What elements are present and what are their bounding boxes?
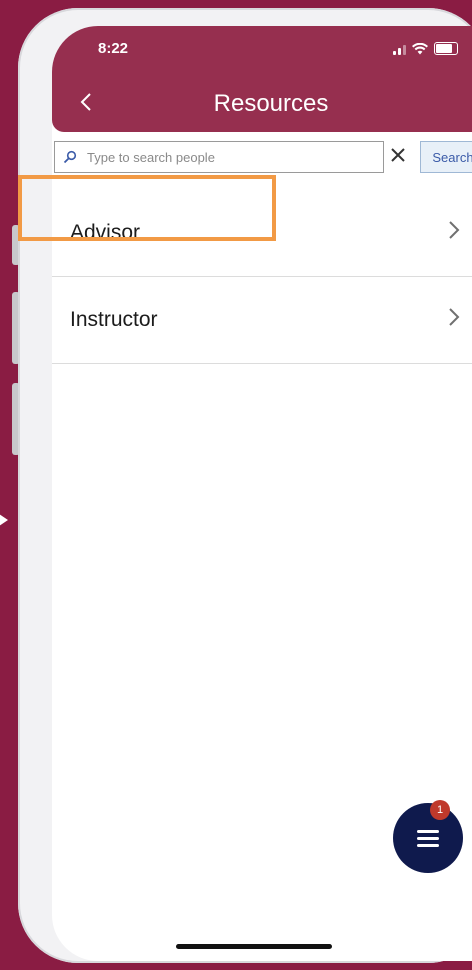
- signal-icon: [393, 43, 406, 55]
- status-icons: [393, 42, 458, 55]
- search-field[interactable]: [54, 141, 384, 173]
- page-title: Resources: [213, 90, 329, 117]
- clear-search-button[interactable]: [390, 142, 406, 170]
- chevron-right-icon: [448, 306, 460, 334]
- search-icon: [63, 150, 77, 164]
- chevron-right-icon: [448, 219, 460, 247]
- advisor-highlight-box: [18, 175, 276, 241]
- status-time: 8:22: [98, 40, 129, 57]
- close-icon: [391, 148, 405, 162]
- battery-icon: [434, 42, 458, 55]
- wifi-icon: [412, 42, 428, 54]
- app-header: 8:22 Resources: [52, 26, 472, 132]
- menu-button[interactable]: [393, 803, 463, 873]
- notification-badge: 1: [430, 800, 450, 820]
- menu-icon: [417, 829, 439, 847]
- list-item-instructor[interactable]: Instructor: [52, 277, 472, 364]
- battery-level: [436, 44, 452, 53]
- list-item-label: Instructor: [70, 308, 158, 331]
- search-bar: Search: [52, 141, 472, 175]
- search-input[interactable]: [85, 148, 349, 166]
- home-indicator[interactable]: [176, 944, 332, 949]
- pointer-arrow-icon: [0, 512, 8, 528]
- search-button[interactable]: Search: [420, 141, 472, 173]
